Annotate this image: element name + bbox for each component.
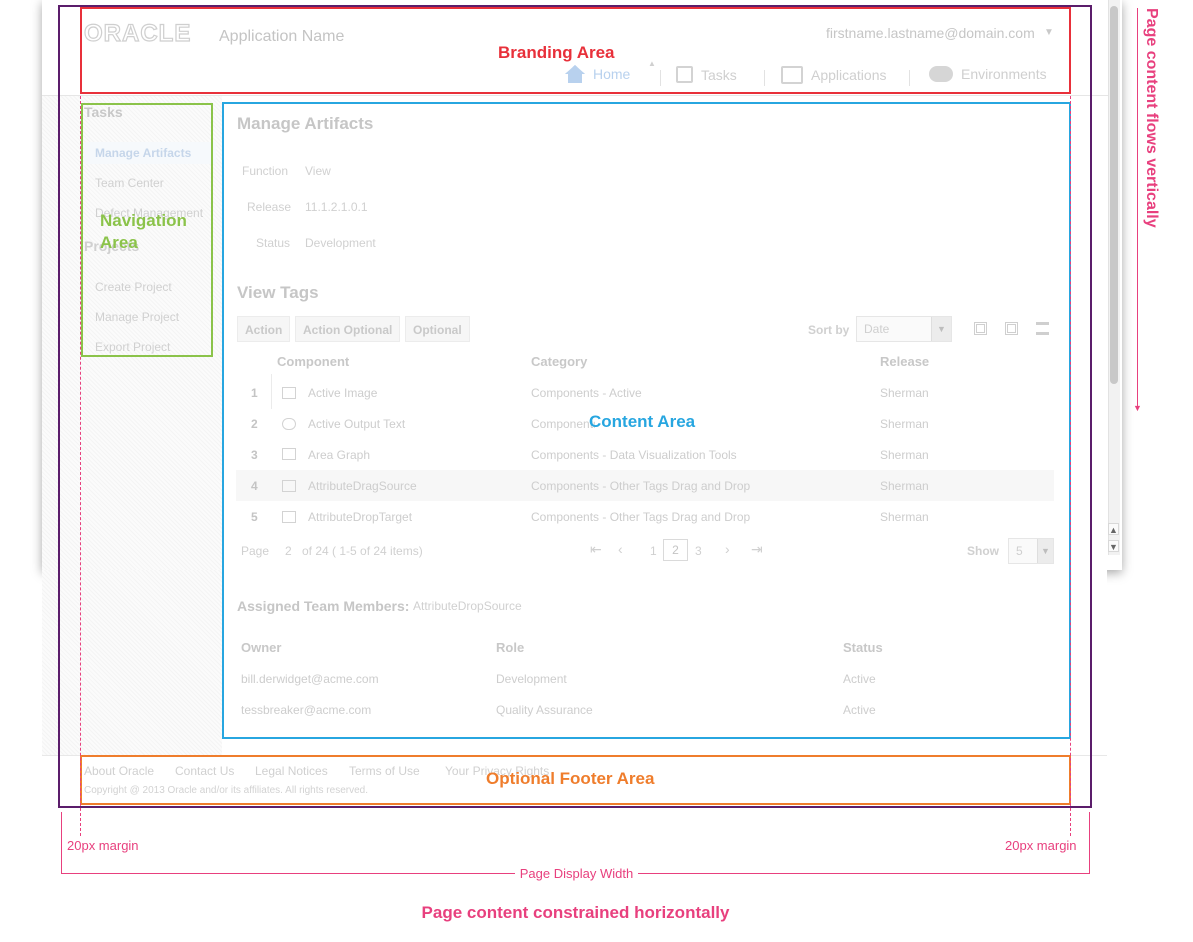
right-margin-guide	[1070, 96, 1071, 836]
content-area-label: Content Area	[589, 412, 696, 431]
scroll-up-icon[interactable]: ▲	[1108, 523, 1119, 535]
page-display-width-label: Page Display Width	[514, 866, 639, 881]
vertical-flow-label: Page content flows vertically	[1143, 8, 1160, 228]
scrollbar-thumb[interactable]	[1110, 6, 1118, 384]
branding-area-label: Branding Area	[498, 43, 615, 62]
arrow-down-icon: ▼	[1133, 403, 1142, 413]
horizontal-constraint-label: Page content constrained horizontally	[421, 903, 730, 922]
navigation-area-label: Navigation Area	[100, 211, 187, 252]
page-display-width: Page Display Width	[0, 865, 1193, 883]
right-margin-label: 20px margin	[1005, 838, 1077, 853]
scroll-down-icon[interactable]: ▼	[1108, 540, 1119, 552]
footer-area-label: Optional Footer Area	[486, 769, 655, 788]
left-margin-label: 20px margin	[67, 838, 139, 853]
left-margin-guide	[80, 96, 81, 836]
horizontal-constraint: Page content constrained horizontally	[0, 903, 1193, 923]
vertical-flow-arrow	[1137, 8, 1138, 410]
